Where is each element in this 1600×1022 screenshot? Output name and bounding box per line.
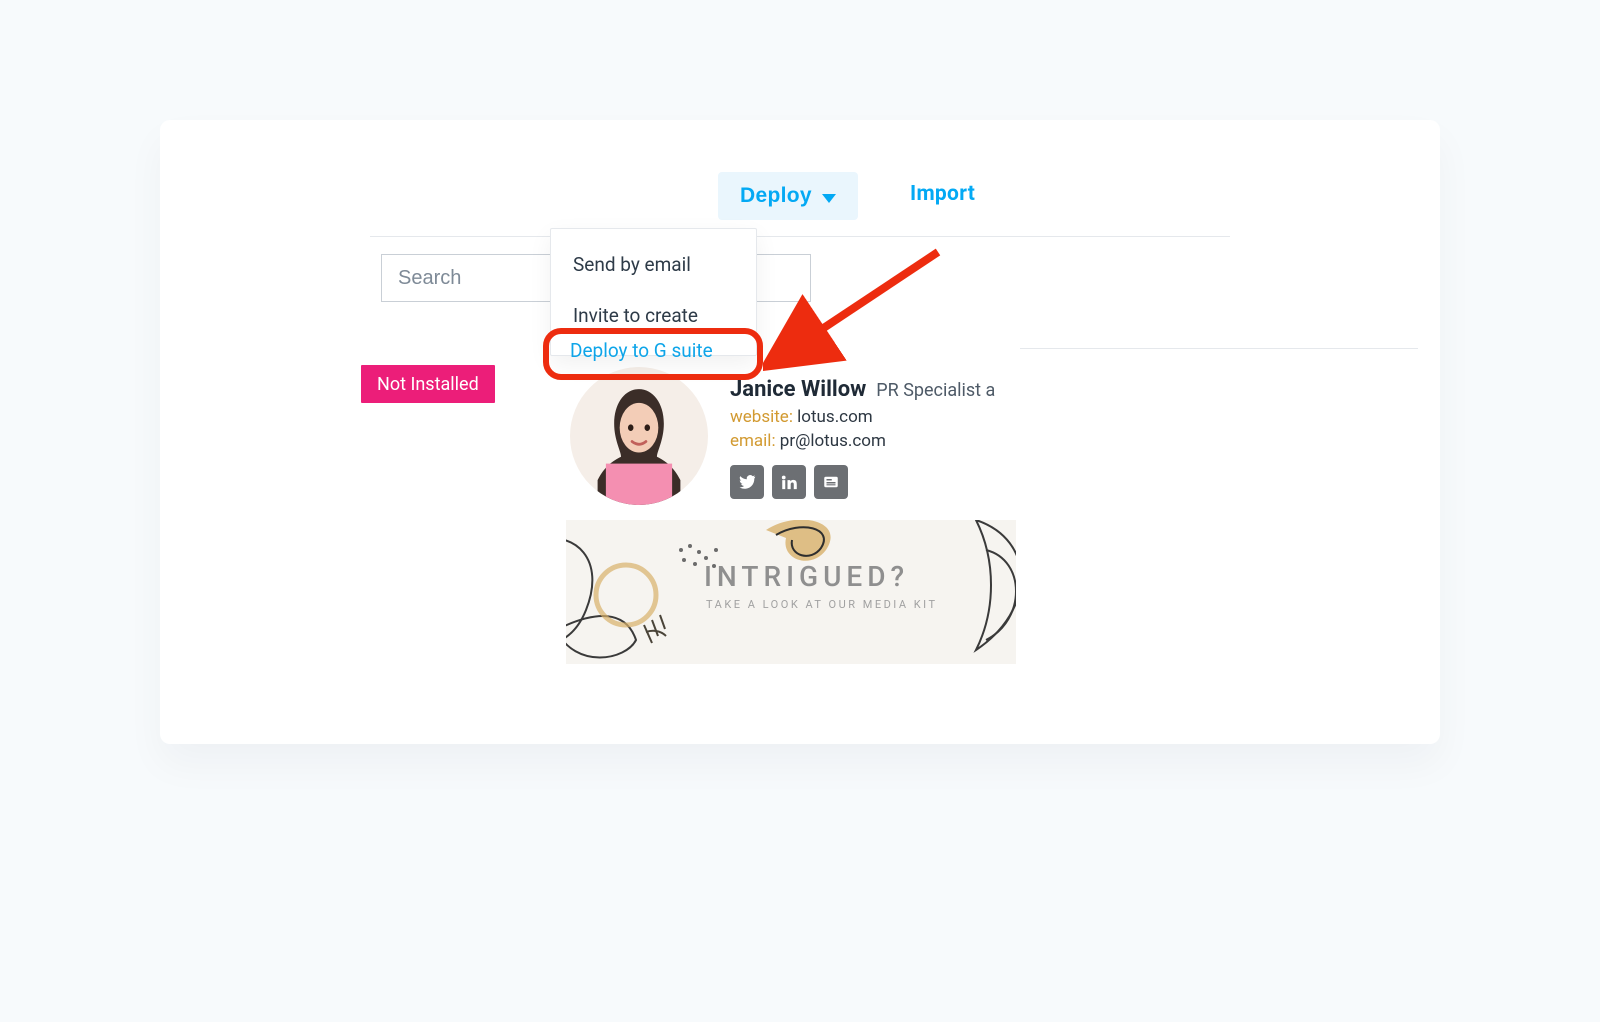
signature-name: Janice Willow (730, 377, 866, 402)
twitter-icon[interactable] (730, 465, 764, 499)
social-row (730, 465, 848, 499)
import-button[interactable]: Import (910, 182, 975, 206)
deploy-dropdown: Send by email Invite to create (550, 228, 757, 356)
signature-email: email: pr@lotus.com (730, 431, 886, 451)
app-card: Deploy Import Send by email Invite to cr… (160, 120, 1440, 744)
toolbar-row: Deploy Import (160, 172, 1440, 242)
banner-subtitle: TAKE A LOOK AT OUR MEDIA KIT (706, 598, 938, 611)
avatar (570, 367, 708, 505)
signature-name-row: Janice Willow PR Specialist a (730, 377, 1020, 402)
signature-banner[interactable]: INTRIGUED? TAKE A LOOK AT OUR MEDIA KIT (566, 520, 1016, 664)
deploy-button-label: Deploy (740, 184, 812, 208)
signature-website-label: website: (730, 407, 793, 427)
menu-item-send-by-email[interactable]: Send by email (551, 243, 756, 286)
status-badge-not-installed: Not Installed (361, 365, 495, 403)
signature-preview: Janice Willow PR Specialist a website: l… (560, 345, 1020, 735)
menu-item-deploy-to-gsuite[interactable]: Deploy to G suite (570, 339, 713, 362)
signature-email-label: email: (730, 431, 776, 451)
signature-title: PR Specialist a (876, 380, 995, 401)
signature-website: website: lotus.com (730, 407, 873, 427)
signature-email-value[interactable]: pr@lotus.com (780, 431, 886, 451)
signature-website-value[interactable]: lotus.com (797, 407, 873, 427)
divider-top (370, 236, 1230, 237)
banner-title: INTRIGUED? (704, 560, 909, 593)
menu-item-invite-to-create[interactable]: Invite to create (551, 294, 756, 337)
deploy-button[interactable]: Deploy (718, 172, 858, 220)
linkedin-icon[interactable] (772, 465, 806, 499)
chevron-down-icon (822, 194, 836, 203)
google-news-icon[interactable] (814, 465, 848, 499)
